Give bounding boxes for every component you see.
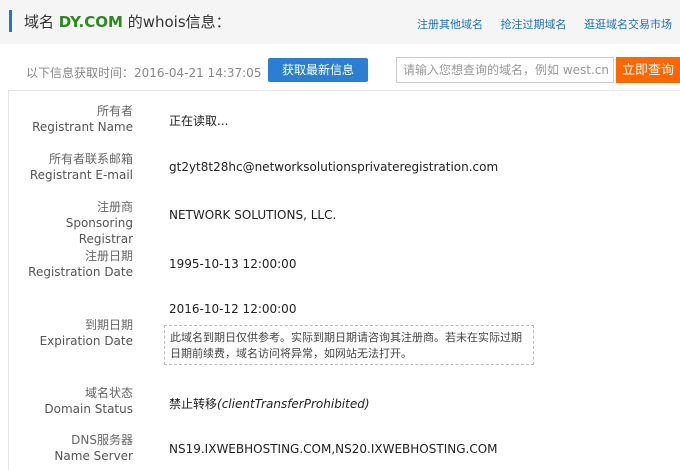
search-button[interactable]: 立即查询: [616, 57, 680, 83]
registrant-value: 正在读取...: [169, 114, 229, 128]
header-accent-bar: [9, 10, 12, 32]
page-title: 域名 DY.COM 的whois信息：: [24, 11, 231, 32]
status-value-en: (clientTransferProhibited): [217, 397, 370, 411]
title-prefix: 域名: [24, 13, 55, 31]
header-links: 注册其他域名 抢注过期域名 逛逛域名交易市场: [403, 16, 672, 32]
status-value: 禁止转移(clientTransferProhibited): [169, 395, 370, 412]
registrar-value: NETWORK SOLUTIONS, LLC.: [169, 208, 337, 222]
created-label-cn: 注册日期: [84, 249, 133, 263]
status-label: 域名状态 Domain Status: [8, 385, 133, 417]
marketplace-link[interactable]: 逛逛域名交易市场: [584, 18, 672, 31]
search-input[interactable]: 请输入您想查询的域名，例如 west.cn: [396, 57, 614, 83]
registrant-label-cn: 所有者: [96, 104, 133, 118]
registrant-label: 所有者 Registrant Name: [8, 103, 133, 135]
domain-name: DY.COM: [58, 13, 123, 31]
created-value: 1995-10-13 12:00:00: [169, 257, 297, 271]
registrar-label-en: Sponsoring Registrar: [65, 216, 133, 246]
status-label-cn: 域名状态: [84, 386, 133, 400]
refresh-button[interactable]: 获取最新信息: [268, 58, 368, 82]
dns-value: NS19.IXWEBHOSTING.COM,NS20.IXWEBHOSTING.…: [169, 442, 498, 456]
toolbar: 以下信息获取时间：2016-04-21 14:37:05 获取最新信息 请输入您…: [0, 56, 680, 86]
dns-label: DNS服务器 Name Server: [8, 432, 133, 464]
expiry-note: 此域名到期日仅供参考。实际到期日期请咨询其注册商。若未在实际过期日期前续费，域名…: [164, 325, 534, 365]
created-label-en: Registration Date: [28, 265, 133, 279]
created-label: 注册日期 Registration Date: [8, 248, 133, 280]
dns-label-cn: DNS服务器: [71, 433, 133, 447]
dns-label-en: Name Server: [54, 449, 133, 463]
registrar-label-cn: 注册商: [96, 200, 133, 214]
status-label-en: Domain Status: [44, 402, 133, 416]
registrar-label: 注册商 Sponsoring Registrar: [8, 199, 133, 247]
email-label-cn: 所有者联系邮箱: [48, 152, 133, 166]
register-other-link[interactable]: 注册其他域名: [417, 18, 483, 31]
expires-label-en: Expiration Date: [39, 334, 133, 348]
expires-label-cn: 到期日期: [84, 318, 133, 332]
email-label: 所有者联系邮箱 Registrant E-mail: [8, 151, 133, 183]
title-suffix: 的whois信息：: [127, 13, 231, 31]
fetch-time: 以下信息获取时间：2016-04-21 14:37:05: [26, 66, 262, 80]
page-header: 域名 DY.COM 的whois信息： 注册其他域名 抢注过期域名 逛逛域名交易…: [0, 0, 680, 44]
registrant-label-en: Registrant Name: [32, 120, 133, 134]
email-label-en: Registrant E-mail: [29, 168, 133, 182]
expires-value: 2016-10-12 12:00:00: [169, 302, 297, 316]
email-value: gt2yt8t28hc@networksolutionsprivateregis…: [169, 160, 499, 174]
snap-expired-link[interactable]: 抢注过期域名: [501, 18, 567, 31]
expires-label: 到期日期 Expiration Date: [8, 317, 133, 349]
status-value-cn: 禁止转移: [169, 397, 218, 411]
